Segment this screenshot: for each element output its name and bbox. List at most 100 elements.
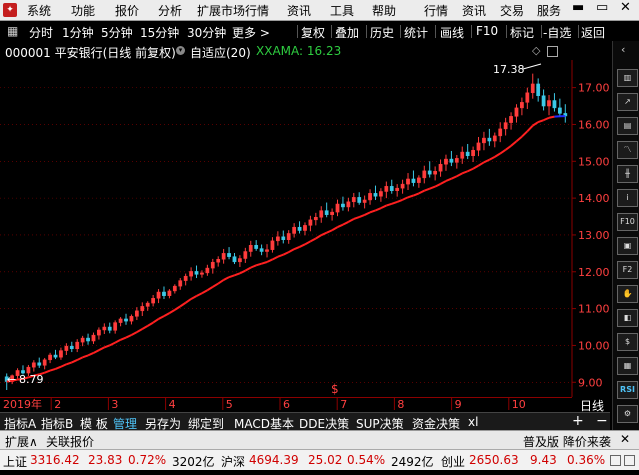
candle-body	[200, 272, 204, 275]
add-tab-icon[interactable]: +	[572, 413, 584, 429]
menu-tools[interactable]: 工具	[330, 2, 354, 19]
sh-index-amount: 3202亿	[172, 455, 215, 469]
info-icon[interactable]: i	[617, 189, 638, 207]
price-tick-label: 10.00	[578, 339, 610, 352]
menu-system[interactable]: 系统	[27, 2, 51, 19]
candle-body	[178, 280, 183, 287]
btn-remove-watch[interactable]: -自选	[543, 24, 571, 41]
month-label: 8	[397, 398, 404, 411]
grid-icon[interactable]: ▦	[7, 24, 18, 38]
candle-body	[357, 197, 362, 203]
candle-body	[384, 186, 389, 192]
tools-icon[interactable]: ⚙	[617, 405, 638, 423]
btn-mark[interactable]: 标记	[510, 24, 534, 41]
close-icon[interactable]: ✕	[620, 432, 630, 446]
line-chart-icon[interactable]: ↗	[617, 93, 638, 111]
price-tick-label: 17.00	[578, 82, 610, 95]
candle-body	[449, 158, 454, 163]
menu-news[interactable]: 资讯	[287, 2, 311, 19]
candle-body	[162, 291, 166, 296]
toolbar-divider	[506, 25, 507, 38]
status-expand-icon[interactable]	[624, 455, 635, 466]
btn-back[interactable]: 返回	[581, 24, 605, 41]
month-label: 6	[283, 398, 290, 411]
trend-icon[interactable]: 〽	[617, 141, 638, 159]
depth-icon[interactable]: ▦	[617, 357, 638, 375]
menu-right-service[interactable]: 服务	[537, 2, 561, 19]
ex-rights-marker[interactable]: $	[331, 382, 339, 396]
f2-icon[interactable]: F2	[617, 261, 638, 279]
hs-index-name[interactable]: 沪深	[221, 453, 245, 470]
menu-right-news[interactable]: 资讯	[462, 2, 486, 19]
sh-index-change: 23.83	[88, 453, 123, 467]
high-price-label: 17.38	[493, 63, 525, 76]
candle-body	[525, 92, 530, 103]
candle-body	[400, 183, 405, 189]
tab-xl[interactable]: xl	[468, 415, 478, 429]
toolbar-divider	[331, 25, 332, 38]
kline-icon[interactable]: ▥	[617, 69, 638, 87]
hs-index-price: 4694.39	[249, 453, 299, 467]
diamond-icon[interactable]: ◇	[532, 44, 540, 57]
btn-adjust[interactable]: 复权	[301, 24, 325, 41]
remove-tab-icon[interactable]: −	[596, 413, 608, 429]
candle-body	[438, 163, 443, 172]
btn-history[interactable]: 历史	[370, 24, 394, 41]
menu-ext-market[interactable]: 扩展市场行情	[197, 2, 269, 19]
chart-panel-icon[interactable]: ▣	[617, 237, 638, 255]
f10-icon[interactable]: F10	[617, 213, 638, 231]
menu-right-trade[interactable]: 交易	[500, 2, 524, 19]
toolbar-divider	[578, 25, 579, 38]
menu-function[interactable]: 功能	[71, 2, 95, 19]
candle-body	[341, 203, 345, 208]
menu-help[interactable]: 帮助	[372, 2, 396, 19]
period-1min[interactable]: 1分钟	[62, 24, 94, 41]
month-label: 5	[226, 398, 233, 411]
linked-quote-label[interactable]: 关联报价	[46, 433, 94, 450]
menu-analysis[interactable]: 分析	[158, 2, 182, 19]
cy-index-name[interactable]: 创业	[441, 453, 465, 470]
candle-body	[86, 337, 90, 342]
indicator-name[interactable]: 自适应(20)	[190, 44, 251, 61]
period-more[interactable]: 更多 >	[232, 24, 270, 41]
candle-body	[42, 359, 47, 366]
restore-panel-icon[interactable]	[547, 46, 558, 57]
close-icon[interactable]: ✕	[620, 0, 631, 15]
cy-index-price: 2650.63	[469, 453, 519, 467]
menu-quote[interactable]: 报价	[115, 2, 139, 19]
period-5min[interactable]: 5分钟	[101, 24, 133, 41]
btn-overlay[interactable]: 叠加	[335, 24, 359, 41]
compare-icon[interactable]: ◧	[617, 309, 638, 327]
dollar-icon[interactable]: $	[617, 333, 638, 351]
sh-index-name[interactable]: 上证	[3, 453, 27, 470]
rsi-icon[interactable]: RSI	[617, 381, 638, 399]
btn-draw[interactable]: 画线	[440, 24, 464, 41]
candle-body	[124, 318, 128, 322]
kline-chart[interactable]: 17.00 16.00 15.00 14.00 13.00 12.00 11.00 10.00…	[0, 60, 610, 397]
collapse-arrow-icon[interactable]: ‹	[621, 43, 625, 56]
minimize-icon[interactable]: ▬	[572, 0, 584, 15]
maximize-icon[interactable]: ▭	[596, 0, 608, 15]
promo-text[interactable]: 普及版 降价来袭	[523, 433, 611, 450]
expand-button[interactable]: 扩展∧	[5, 433, 38, 450]
bar-chart-icon[interactable]: ▤	[617, 117, 638, 135]
btn-stats[interactable]: 统计	[404, 24, 428, 41]
candle-body	[444, 158, 448, 165]
candle-body	[492, 135, 497, 142]
btn-f10[interactable]: F10	[476, 24, 498, 38]
candle-icon[interactable]: ╫	[617, 165, 638, 183]
candle-body	[97, 329, 101, 336]
candle-body	[183, 275, 188, 281]
candle-body	[210, 261, 215, 269]
indicator-dropdown-icon[interactable]: ▾	[176, 46, 185, 55]
candle-body	[221, 253, 226, 260]
candle-body	[156, 291, 161, 299]
candle-body	[324, 210, 329, 215]
hand-icon[interactable]: ✋	[617, 285, 638, 303]
period-30min[interactable]: 30分钟	[187, 24, 226, 41]
period-intraday[interactable]: 分时	[29, 24, 53, 41]
period-15min[interactable]: 15分钟	[140, 24, 179, 41]
status-settings-icon[interactable]	[610, 455, 621, 466]
menu-right-quote[interactable]: 行情	[424, 2, 448, 19]
candle-body	[476, 142, 481, 151]
